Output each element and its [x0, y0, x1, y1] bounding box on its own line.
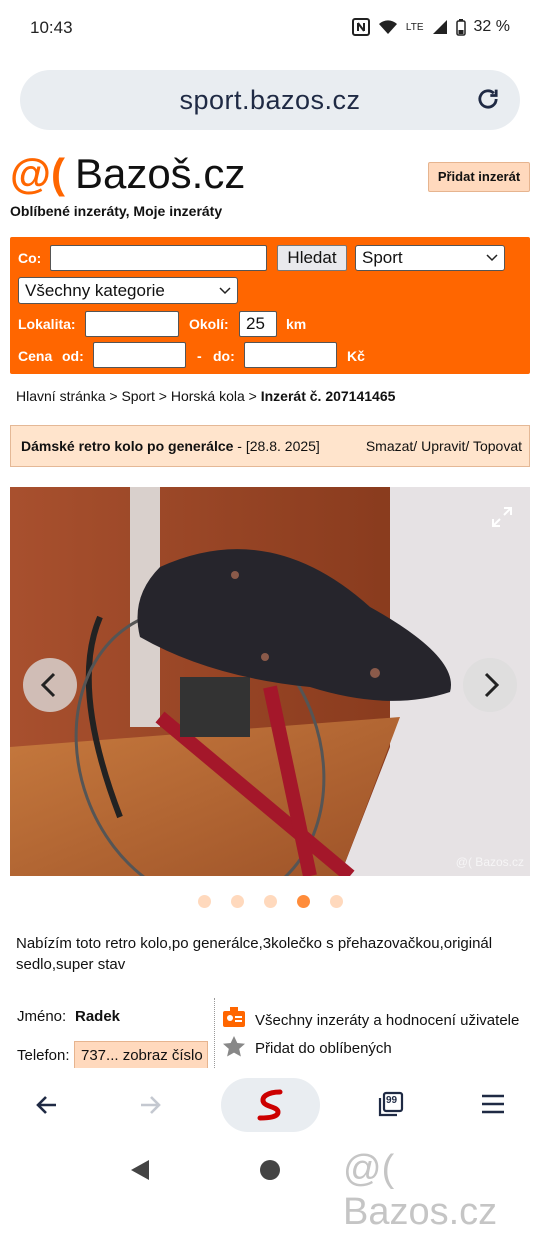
price-from-label: od:	[62, 348, 84, 364]
battery-level: 32 %	[473, 18, 510, 35]
status-bar: 10:43 LTE 32 %	[0, 0, 540, 56]
wifi-icon	[378, 20, 397, 34]
okoli-unit: km	[286, 316, 307, 332]
photo-dot-active[interactable]	[296, 895, 310, 908]
category-select-value: Sport	[362, 248, 403, 267]
lokalita-input[interactable]	[85, 311, 179, 337]
price-from-input[interactable]	[93, 342, 186, 368]
breadcrumb-path[interactable]: Hlavní stránka > Sport > Horská kola >	[16, 388, 261, 404]
seller-name-label: Jméno:	[17, 1008, 67, 1025]
favorites-links[interactable]: Oblíbené inzeráty, Moje inzeráty	[10, 203, 222, 219]
category-select[interactable]: Sport	[355, 245, 505, 271]
photo-image	[10, 487, 530, 876]
previous-photo-button[interactable]	[23, 658, 77, 712]
photo-pager	[0, 895, 540, 908]
reload-icon[interactable]	[474, 85, 502, 113]
co-label: Co:	[18, 250, 42, 266]
photo-dot[interactable]	[230, 895, 244, 908]
forward-arrow-icon[interactable]	[137, 1092, 163, 1118]
tabs-count: 99	[386, 1095, 398, 1106]
system-nav-bar: @( Bazos.cz	[0, 1140, 540, 1233]
photo-dot[interactable]	[263, 895, 277, 908]
menu-icon[interactable]	[480, 1093, 506, 1115]
star-icon	[223, 1036, 245, 1057]
listing-title: Dámské retro kolo po generálce	[21, 438, 234, 454]
search-button[interactable]: Hledat	[277, 245, 347, 271]
subcategory-select[interactable]: Všechny kategorie	[18, 277, 238, 304]
network-label: LTE	[405, 21, 424, 33]
okoli-label: Okolí:	[189, 316, 229, 332]
browser-bottom-nav: 99	[0, 1070, 540, 1140]
fullscreen-icon[interactable]	[490, 505, 514, 529]
address-bar[interactable]: sport.bazos.cz	[20, 70, 520, 130]
browser-home-button[interactable]	[221, 1078, 320, 1132]
subcategory-select-value: Všechny kategorie	[25, 280, 165, 300]
breadcrumb: Hlavní stránka > Sport > Horská kola > I…	[16, 388, 395, 404]
lokalita-label: Lokalita:	[18, 316, 76, 332]
okoli-input[interactable]: 25	[239, 311, 277, 337]
seller-name: Radek	[75, 1008, 121, 1025]
status-icons: LTE 32 %	[351, 18, 510, 36]
chevron-left-icon	[40, 672, 56, 698]
user-ads-icon	[223, 1007, 245, 1027]
nfc-icon	[351, 18, 370, 36]
listing-actions[interactable]: Smazat/ Upravit/ Topovat	[366, 438, 522, 454]
tabs-button[interactable]: 99	[378, 1091, 404, 1117]
listing-title-bar: Dámské retro kolo po generálce - [28.8. …	[10, 425, 530, 467]
battery-icon	[455, 18, 466, 36]
logo-name: Bazoš.cz	[74, 150, 246, 197]
post-ad-button[interactable]: Přidat inzerát	[428, 162, 530, 192]
listing-photo[interactable]: @( Bazos.cz	[10, 487, 530, 876]
price-dash: -	[197, 348, 202, 364]
system-home-icon[interactable]	[259, 1159, 281, 1181]
search-form: Co: Hledat Sport Všechny kategorie Lokal…	[10, 237, 530, 374]
all-user-ads-link[interactable]: Všechny inzeráty a hodnocení uživatele	[255, 1012, 519, 1029]
currency-label: Kč	[347, 348, 365, 364]
photo-dot[interactable]	[329, 895, 343, 908]
system-back-icon[interactable]	[130, 1159, 150, 1181]
back-arrow-icon[interactable]	[34, 1092, 60, 1118]
add-to-favorites-link[interactable]: Přidat do oblíbených	[255, 1040, 392, 1057]
status-time: 10:43	[30, 18, 73, 37]
seller-info: Jméno: Radek Telefon: 737... zobraz čísl…	[0, 996, 540, 1068]
listing-date: - [28.8. 2025]	[233, 438, 320, 454]
seller-divider	[214, 998, 215, 1068]
listing-title-wrap: Dámské retro kolo po generálce - [28.8. …	[21, 438, 320, 454]
photo-watermark: @( Bazos.cz	[455, 855, 524, 869]
show-phone-button[interactable]: 737... zobraz číslo	[74, 1041, 208, 1068]
next-photo-button[interactable]	[463, 658, 517, 712]
url-text[interactable]: sport.bazos.cz	[20, 85, 520, 116]
page-watermark: @( Bazos.cz	[343, 1148, 498, 1233]
logo-mark: @(	[10, 150, 65, 197]
chevron-down-icon	[219, 286, 231, 294]
site-logo[interactable]: @( Bazoš.cz	[10, 150, 245, 198]
seller-phone-label: Telefon:	[17, 1047, 70, 1064]
price-to-input[interactable]	[244, 342, 337, 368]
breadcrumb-current: Inzerát č. 207141465	[260, 388, 396, 404]
search-input[interactable]	[50, 245, 267, 271]
cena-label: Cena	[18, 348, 53, 364]
chevron-right-icon	[484, 672, 500, 698]
signal-icon	[432, 20, 447, 34]
listing-description: Nabízím toto retro kolo,po generálce,3ko…	[16, 935, 493, 973]
photo-dot[interactable]	[197, 895, 211, 908]
chevron-down-icon	[486, 254, 498, 262]
price-to-label: do:	[213, 348, 235, 364]
seznam-logo-icon	[257, 1089, 283, 1121]
